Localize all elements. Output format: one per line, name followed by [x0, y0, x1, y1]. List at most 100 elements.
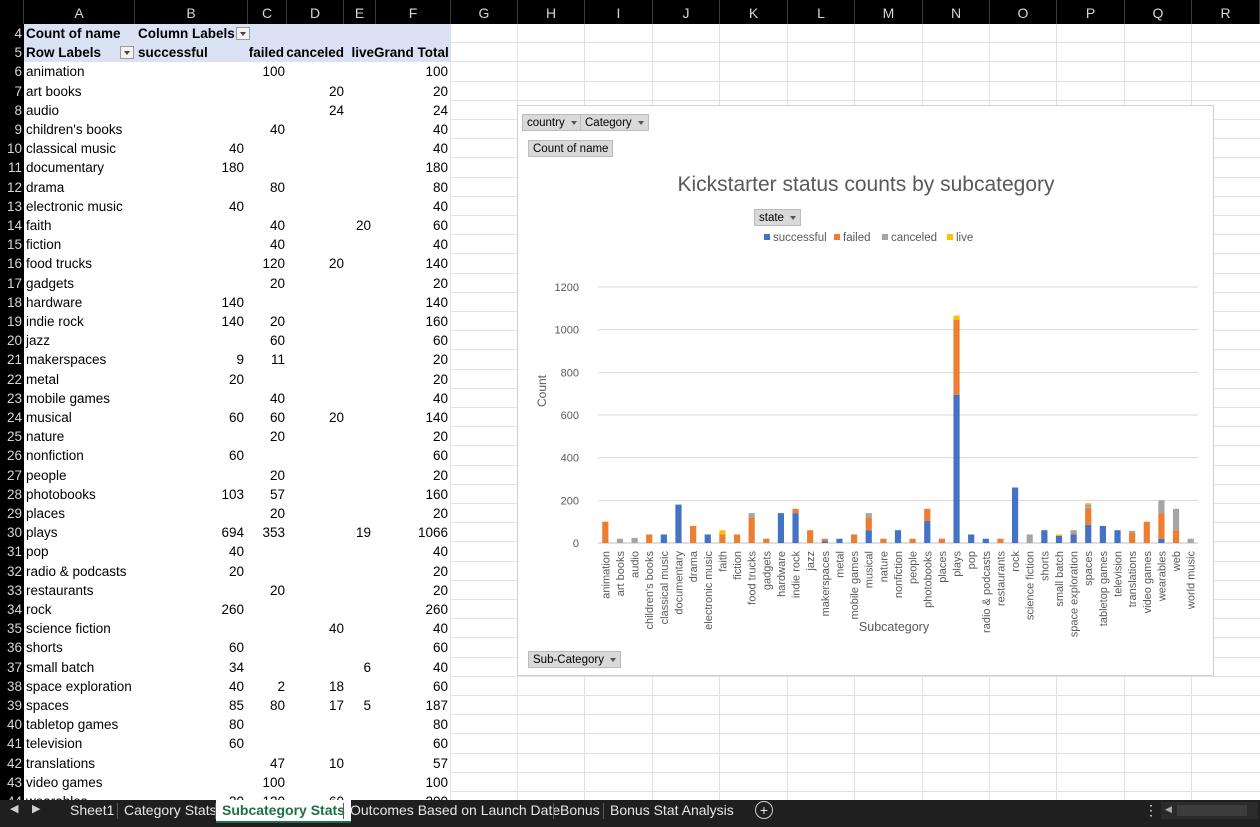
pivot-cell-live[interactable] [346, 754, 371, 773]
pivot-cell-live[interactable] [346, 62, 371, 81]
pivot-cell-failed[interactable] [248, 370, 285, 389]
row-header[interactable]: 21 [0, 350, 24, 369]
pivot-cell-live[interactable] [346, 485, 371, 504]
pivot-cell-grand-total[interactable]: 160 [374, 485, 448, 504]
pivot-cell-live[interactable] [346, 82, 371, 101]
column-header-k[interactable]: K [720, 0, 788, 24]
tab-scroll-left-icon[interactable]: ◀ [10, 802, 18, 815]
pivot-cell-live[interactable]: 19 [346, 523, 371, 542]
pivot-cell-grand-total[interactable]: 187 [374, 696, 448, 715]
bar-successful-tabletop-games[interactable] [1099, 525, 1106, 543]
bar-successful-rock[interactable] [1011, 487, 1019, 543]
bar-successful-television[interactable] [1114, 530, 1121, 543]
pivot-cell-failed[interactable]: 20 [248, 427, 285, 446]
bar-canceled-wearables[interactable] [1158, 500, 1165, 514]
bar-successful-makerspaces[interactable] [821, 541, 828, 543]
pivot-cell-grand-total[interactable]: 20 [374, 370, 448, 389]
bar-successful-photobooks[interactable] [924, 521, 931, 543]
pivot-cell-failed[interactable]: 20 [248, 312, 285, 331]
pivot-cell-canceled[interactable] [287, 62, 344, 81]
pivot-cell-canceled[interactable] [287, 638, 344, 657]
pivot-cell-failed[interactable] [248, 619, 285, 638]
pivot-cell-canceled[interactable] [287, 389, 344, 408]
bar-canceled-spaces[interactable] [1085, 504, 1092, 508]
pivot-cell-canceled[interactable] [287, 158, 344, 177]
bar-failed-space-exploration[interactable] [1070, 534, 1077, 535]
pivot-cell-live[interactable] [346, 370, 371, 389]
bar-canceled-world-music[interactable] [1187, 538, 1194, 543]
pivot-cell-canceled[interactable] [287, 600, 344, 619]
pivot-cell-canceled[interactable] [287, 581, 344, 600]
row-header[interactable]: 14 [0, 216, 24, 235]
pivot-cell-grand-total[interactable]: 260 [374, 600, 448, 619]
pivot-cell-failed[interactable]: 120 [248, 792, 285, 800]
pivot-cell-failed[interactable] [248, 734, 285, 753]
pivot-cell-live[interactable]: 6 [346, 658, 371, 677]
column-header-l[interactable]: L [788, 0, 855, 24]
row-header[interactable]: 31 [0, 542, 24, 561]
pivot-cell-live[interactable] [346, 139, 371, 158]
pivot-cell-canceled[interactable] [287, 178, 344, 197]
pivot-cell-grand-total[interactable]: 180 [374, 158, 448, 177]
pivot-cell-successful[interactable] [135, 274, 244, 293]
row-header[interactable]: 24 [0, 408, 24, 427]
pivot-cell-live[interactable] [346, 350, 371, 369]
pivot-cell-failed[interactable]: 100 [248, 773, 285, 792]
pivot-cell-successful[interactable]: 40 [135, 677, 244, 696]
bar-successful-plays[interactable] [953, 394, 960, 543]
pivot-cell-grand-total[interactable]: 40 [374, 389, 448, 408]
bar-successful-hardware[interactable] [777, 513, 785, 543]
pivot-row-label[interactable]: places [26, 504, 134, 523]
pivot-cell-canceled[interactable]: 20 [287, 408, 344, 427]
pivot-cell-grand-total[interactable]: 40 [374, 658, 448, 677]
row-header[interactable]: 19 [0, 312, 24, 331]
pivot-cell-successful[interactable]: 20 [135, 370, 244, 389]
row-header[interactable]: 43 [0, 773, 24, 792]
row-header[interactable]: 41 [0, 734, 24, 753]
pivot-cell-successful[interactable]: 694 [135, 523, 244, 542]
pivot-cell-failed[interactable]: 20 [248, 466, 285, 485]
bar-failed-web[interactable] [1172, 530, 1180, 543]
column-header-d[interactable]: D [287, 0, 344, 24]
pivot-cell-canceled[interactable] [287, 446, 344, 465]
pivot-cell-successful[interactable] [135, 504, 244, 523]
pivot-cell-successful[interactable] [135, 254, 244, 273]
pivot-row-label[interactable]: nature [26, 427, 134, 446]
pivot-row-label[interactable]: makerspaces [26, 350, 134, 369]
row-header[interactable]: 37 [0, 658, 24, 677]
bar-successful-wearables[interactable] [1158, 538, 1165, 543]
pivot-row-label[interactable]: audio [26, 101, 134, 120]
pivot-cell-failed[interactable]: 47 [248, 754, 285, 773]
pivot-cell-canceled[interactable] [287, 139, 344, 158]
column-header-m[interactable]: M [855, 0, 923, 24]
row-header[interactable]: 11 [0, 158, 24, 177]
pivot-cell-successful[interactable]: 40 [135, 197, 244, 216]
pivot-cell-canceled[interactable] [287, 235, 344, 254]
pivot-cell-successful[interactable] [135, 216, 244, 235]
bar-failed-video-games[interactable] [1143, 521, 1150, 543]
pivot-cell-successful[interactable] [135, 178, 244, 197]
row-header[interactable]: 39 [0, 696, 24, 715]
pivot-cell-successful[interactable]: 60 [135, 446, 244, 465]
pivot-cell-live[interactable] [346, 792, 371, 800]
pivot-row-label[interactable]: hardware [26, 293, 134, 312]
pivot-cell-failed[interactable] [248, 82, 285, 101]
worksheet-grid[interactable]: Count of name Column Labels Row Labels succ… [24, 24, 1260, 800]
pivot-cell-canceled[interactable] [287, 370, 344, 389]
pivot-cell-failed[interactable]: 20 [248, 581, 285, 600]
pivot-cell-grand-total[interactable]: 20 [374, 504, 448, 523]
pivot-cell-successful[interactable] [135, 773, 244, 792]
column-header-r[interactable]: R [1192, 0, 1260, 24]
row-header[interactable]: 33 [0, 581, 24, 600]
bar-canceled-web[interactable] [1172, 508, 1180, 531]
bar-failed-fiction[interactable] [733, 534, 741, 543]
bar-failed-animation[interactable] [602, 521, 609, 543]
pivot-cell-canceled[interactable] [287, 466, 344, 485]
bar-failed-gadgets[interactable] [763, 538, 770, 543]
pivot-cell-canceled[interactable] [287, 274, 344, 293]
row-header[interactable]: 23 [0, 389, 24, 408]
pivot-cell-live[interactable] [346, 542, 371, 561]
row-header[interactable]: 25 [0, 427, 24, 446]
pivot-cell-live[interactable] [346, 466, 371, 485]
column-header-b[interactable]: B [135, 0, 248, 24]
